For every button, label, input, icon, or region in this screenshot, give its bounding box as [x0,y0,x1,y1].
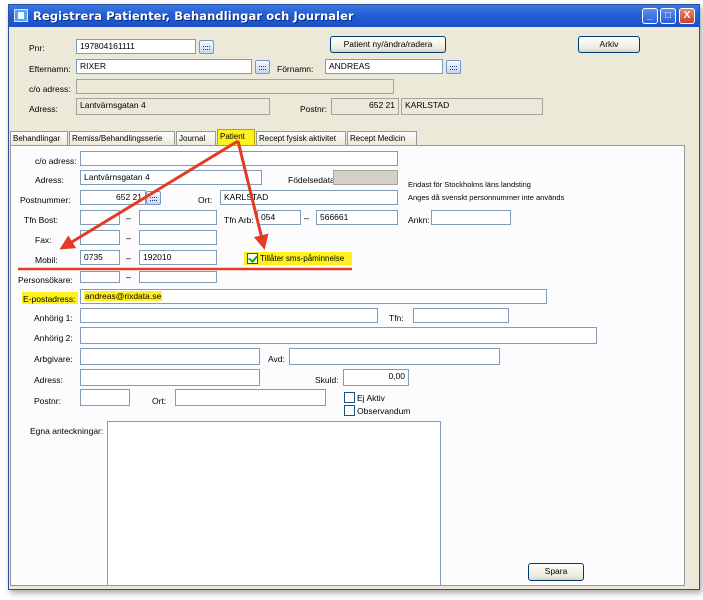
fornamn-lookup-icon[interactable] [446,60,461,74]
fornamn-input[interactable]: ANDREAS [325,59,443,74]
close-button[interactable]: X [679,8,695,24]
epost-value: andreas@rixdata.se [84,291,163,301]
tfn-bost-area-input[interactable] [80,210,120,225]
ankn-label: Ankn: [408,215,430,225]
ankn-input[interactable] [431,210,511,225]
personsokare-number-input[interactable] [139,271,217,283]
maximize-button[interactable]: □ [660,8,676,24]
tab-behandlingar[interactable]: Behandlingar [10,131,68,145]
tfn-bost-label: Tfn Bost: [24,215,59,225]
anteckningar-textarea[interactable] [107,421,441,586]
header-postnr-label: Postnr: [300,104,327,114]
arb-adress-label: Adress: [34,375,63,385]
observandum-checkbox[interactable] [344,405,355,416]
personsokare-dash: – [126,272,132,282]
arbgivare-label: Arbgivare: [34,354,73,364]
minimize-button[interactable]: _ [642,8,658,24]
header-adress-label: Adress: [29,104,58,114]
efternamn-label: Efternamn: [29,64,71,74]
tab-recept-fysisk-aktivitet[interactable]: Recept fysisk aktivitet [256,131,346,145]
arb-ort-label: Ort: [152,396,167,406]
arb-postnr-label: Postnr: [34,396,61,406]
arkiv-button[interactable]: Arkiv [578,36,640,53]
skuld-field[interactable]: 0,00 [343,369,409,386]
anhorig1-tfn-label: Tfn: [389,313,404,323]
postnummer-input[interactable]: 652 21 [80,190,146,205]
header-co-label: c/o adress: [29,84,71,94]
adress-label: Adress: [35,175,64,185]
personsokare-label: Personsökare: [18,275,73,285]
header-ort-field: KARLSTAD [401,98,543,115]
co-input[interactable] [80,151,398,166]
personsokare-area-input[interactable] [80,271,120,283]
ort-label: Ort: [198,195,213,205]
window-title: Registrera Patienter, Behandlingar och J… [33,9,354,23]
tfn-bost-number-input[interactable] [139,210,217,225]
spara-button[interactable]: Spara [528,563,584,581]
avd-label: Avd: [268,354,285,364]
ort-input[interactable]: KARLSTAD [220,190,398,205]
sms-label: Tillåter sms-påminnelse [260,254,345,263]
tfn-arb-label: Tfn Arb: [224,215,254,225]
pnr-label: Pnr: [29,43,45,53]
postnummer-lookup-icon[interactable] [146,191,161,205]
mobil-label: Mobil: [35,255,58,265]
stockholm-info-text: Endast för Stockholms läns landsting [408,180,531,189]
anteckningar-label: Egna anteckningar: [30,426,104,436]
header-co-field [76,79,394,94]
mobil-dash: – [126,253,132,263]
arb-adress-input[interactable] [80,369,260,386]
tfn-bost-dash: – [126,213,132,223]
fax-label: Fax: [35,235,52,245]
arbgivare-input[interactable] [80,348,260,365]
ej-aktiv-checkbox[interactable] [344,392,355,403]
arb-postnr-input[interactable] [80,389,130,406]
efternamn-lookup-icon[interactable] [255,60,270,74]
anhorig2-input[interactable] [80,327,597,344]
tab-patient[interactable]: Patient [217,129,255,145]
fornamn-label: Förnamn: [277,64,314,74]
epost-label: E-postadress: [23,294,76,304]
header-postnr-field: 652 21 [331,98,399,115]
tfn-arb-dash: – [304,213,310,223]
co-label: c/o adress: [35,156,77,166]
adress-input[interactable]: Lantvärnsgatan 4 [80,170,262,185]
fodelsedata-field [333,170,398,185]
postnummer-label: Postnummer: [20,195,71,205]
anhorig2-label: Anhörig 2: [34,333,73,343]
app-icon [14,9,28,22]
tab-journal[interactable]: Journal [176,131,216,145]
skuld-label: Skuld: [315,375,339,385]
ej-aktiv-label: Ej Aktiv [357,393,385,403]
anhorig1-input[interactable] [80,308,378,323]
mobil-area-input[interactable]: 0735 [80,250,120,265]
tab-remiss-behandlingsserie[interactable]: Remiss/Behandlingsserie [69,131,175,145]
avd-input[interactable] [289,348,500,365]
epost-input[interactable]: andreas@rixdata.se [80,289,547,304]
arb-ort-input[interactable] [175,389,326,406]
fax-number-input[interactable] [139,230,217,245]
header-adress-field: Lantvärnsgatan 4 [76,98,270,115]
tab-recept-medicin[interactable]: Recept Medicin [347,131,417,145]
efternamn-input[interactable]: RIXER [76,59,252,74]
pnr-input[interactable]: 197804161111 [76,39,196,54]
fodelsedata-label: Födelsedata: [288,175,338,185]
observandum-label: Observandum [357,406,411,416]
anhorig1-tfn-input[interactable] [413,308,509,323]
personnummer-info-text: Anges då svenskt personnummer inte använ… [408,193,565,202]
title-bar[interactable]: Registrera Patienter, Behandlingar och J… [9,5,699,27]
mobil-number-input[interactable]: 192010 [139,250,217,265]
pnr-lookup-icon[interactable] [199,40,214,54]
tfn-arb-number-input[interactable]: 566661 [316,210,398,225]
patient-new-edit-delete-button[interactable]: Patient ny/ändra/radera [330,36,446,53]
fax-area-input[interactable] [80,230,120,245]
anhorig1-label: Anhörig 1: [34,313,73,323]
sms-checkbox[interactable] [247,253,258,264]
tfn-arb-area-input[interactable]: 054 [257,210,301,225]
fax-dash: – [126,233,132,243]
